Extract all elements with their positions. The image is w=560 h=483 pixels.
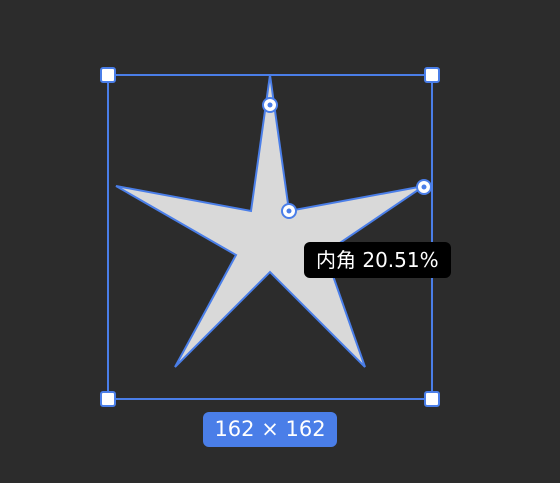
resize-handle-top-left[interactable] — [100, 67, 116, 83]
canvas-svg — [100, 67, 440, 407]
star-shape[interactable] — [115, 74, 425, 368]
resize-handle-bottom-right[interactable] — [424, 391, 440, 407]
square-resize-handle-icon — [100, 391, 116, 407]
point-count-control-point[interactable] — [416, 179, 432, 195]
inner-ratio-tooltip: 内角 20.51% — [304, 242, 451, 278]
design-canvas[interactable]: 内角 20.51% 162 × 162 — [0, 0, 560, 478]
corner-radius-control-point[interactable] — [262, 97, 278, 113]
resize-handle-bottom-left[interactable] — [100, 391, 116, 407]
square-resize-handle-icon — [424, 391, 440, 407]
inner-radius-control-point[interactable] — [281, 203, 297, 219]
dimensions-badge: 162 × 162 — [203, 412, 337, 447]
square-resize-handle-icon — [424, 67, 440, 83]
resize-handle-top-right[interactable] — [424, 67, 440, 83]
square-resize-handle-icon — [100, 67, 116, 83]
